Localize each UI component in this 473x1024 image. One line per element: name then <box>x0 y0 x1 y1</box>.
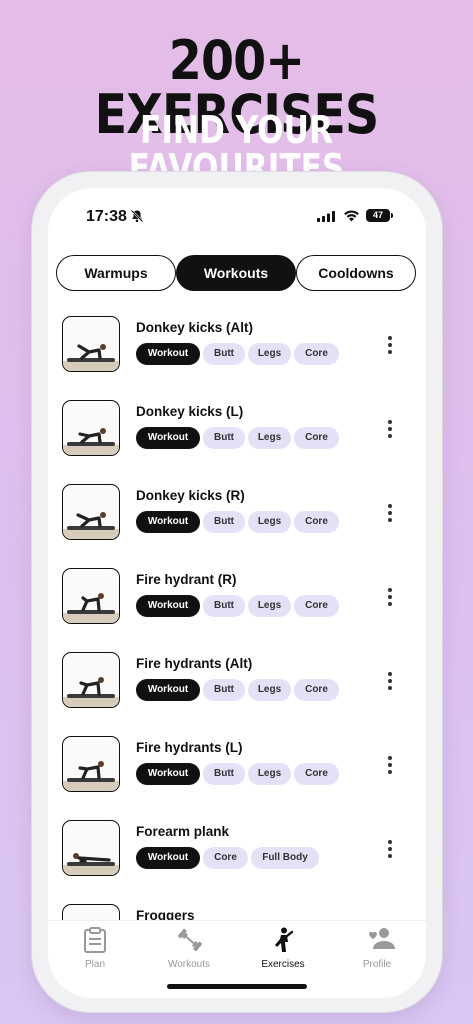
tag-chip: Core <box>294 763 339 785</box>
exercise-title: Fire hydrants (Alt) <box>136 656 253 671</box>
tag-chip: Butt <box>203 595 245 617</box>
tag-chip: Workout <box>136 847 200 869</box>
person-exercise-icon <box>275 927 294 952</box>
more-options-icon[interactable] <box>386 840 394 860</box>
exercise-title: Fire hydrants (L) <box>136 740 243 755</box>
tag-chip: Workout <box>136 679 200 701</box>
tag-chip: Core <box>294 427 339 449</box>
nav-plan-label: Plan <box>84 959 105 970</box>
tag-chip: Legs <box>248 427 291 449</box>
exercise-thumbnail <box>62 820 120 876</box>
tag-chip: Legs <box>248 679 291 701</box>
exercise-thumbnail <box>62 400 120 456</box>
status-bar: 17:38 47 <box>48 188 426 238</box>
list-item[interactable]: Donkey kicks (Alt) Workout Butt Legs Cor… <box>48 308 426 392</box>
nav-profile-label: Profile <box>362 959 392 970</box>
exercise-title: Donkey kicks (Alt) <box>136 320 254 335</box>
exercise-thumbnail <box>62 484 120 540</box>
bell-muted-icon <box>130 209 144 223</box>
clipboard-icon <box>84 927 106 953</box>
list-item[interactable]: Donkey kicks (L) Workout Butt Legs Core <box>48 392 426 476</box>
nav-exercises-label: Exercises <box>261 959 305 970</box>
tag-chip: Core <box>294 679 339 701</box>
more-options-icon[interactable] <box>386 588 394 608</box>
exercise-title: Forearm plank <box>136 824 230 839</box>
tag-chip: Core <box>294 511 339 533</box>
tag-chip: Full Body <box>251 847 319 869</box>
tab-cooldowns[interactable]: Cooldowns <box>296 255 416 291</box>
category-tabs: Warmups Workouts Cooldowns <box>56 255 416 295</box>
tag-chip: Legs <box>248 511 291 533</box>
exercise-title: Fire hydrant (R) <box>136 572 237 587</box>
home-indicator <box>167 984 307 989</box>
list-item[interactable]: Fire hydrants (Alt) Workout Butt Legs Co… <box>48 644 426 728</box>
more-options-icon[interactable] <box>386 672 394 692</box>
exercise-thumbnail <box>62 568 120 624</box>
list-item[interactable]: Forearm plank Workout Core Full Body <box>48 812 426 896</box>
tag-chip: Core <box>203 847 248 869</box>
list-item[interactable]: Fire hydrant (R) Workout Butt Legs Core <box>48 560 426 644</box>
tag-chip: Butt <box>203 511 245 533</box>
tag-chip: Legs <box>248 763 291 785</box>
exercise-thumbnail <box>62 316 120 372</box>
tag-chip: Butt <box>203 427 245 449</box>
tag-chip: Legs <box>248 343 291 365</box>
tag-chip: Workout <box>136 511 200 533</box>
list-item[interactable]: Donkey kicks (R) Workout Butt Legs Core <box>48 476 426 560</box>
phone-screen: 17:38 47 Warmups Workouts Cooldowns Donk… <box>48 188 426 998</box>
tag-chip: Core <box>294 343 339 365</box>
more-options-icon[interactable] <box>386 336 394 356</box>
more-options-icon[interactable] <box>386 420 394 440</box>
tag-chip: Core <box>294 595 339 617</box>
exercise-list: Donkey kicks (Alt) Workout Butt Legs Cor… <box>48 308 426 928</box>
more-options-icon[interactable] <box>386 504 394 524</box>
nav-workouts-label: Workouts <box>167 959 211 970</box>
tag-chip: Butt <box>203 763 245 785</box>
tag-chip: Workout <box>136 343 200 365</box>
exercise-title: Donkey kicks (R) <box>136 488 245 503</box>
tab-workouts[interactable]: Workouts <box>176 255 296 291</box>
tag-chip: Butt <box>203 679 245 701</box>
tag-chip: Workout <box>136 427 200 449</box>
exercise-title: Donkey kicks (L) <box>136 404 244 419</box>
tag-chip: Butt <box>203 343 245 365</box>
wifi-icon <box>344 210 359 222</box>
profile-icon <box>369 928 395 949</box>
more-options-icon[interactable] <box>386 756 394 776</box>
tag-chip: Workout <box>136 595 200 617</box>
list-item[interactable]: Fire hydrants (L) Workout Butt Legs Core <box>48 728 426 812</box>
exercise-thumbnail <box>62 652 120 708</box>
battery-indicator: 47 <box>366 209 393 222</box>
status-time: 17:38 <box>86 208 127 225</box>
exercise-thumbnail <box>62 736 120 792</box>
tab-warmups[interactable]: Warmups <box>56 255 176 291</box>
signal-icon <box>317 211 335 222</box>
dumbbell-icon <box>178 928 202 952</box>
tag-chip: Workout <box>136 763 200 785</box>
tag-chip: Legs <box>248 595 291 617</box>
